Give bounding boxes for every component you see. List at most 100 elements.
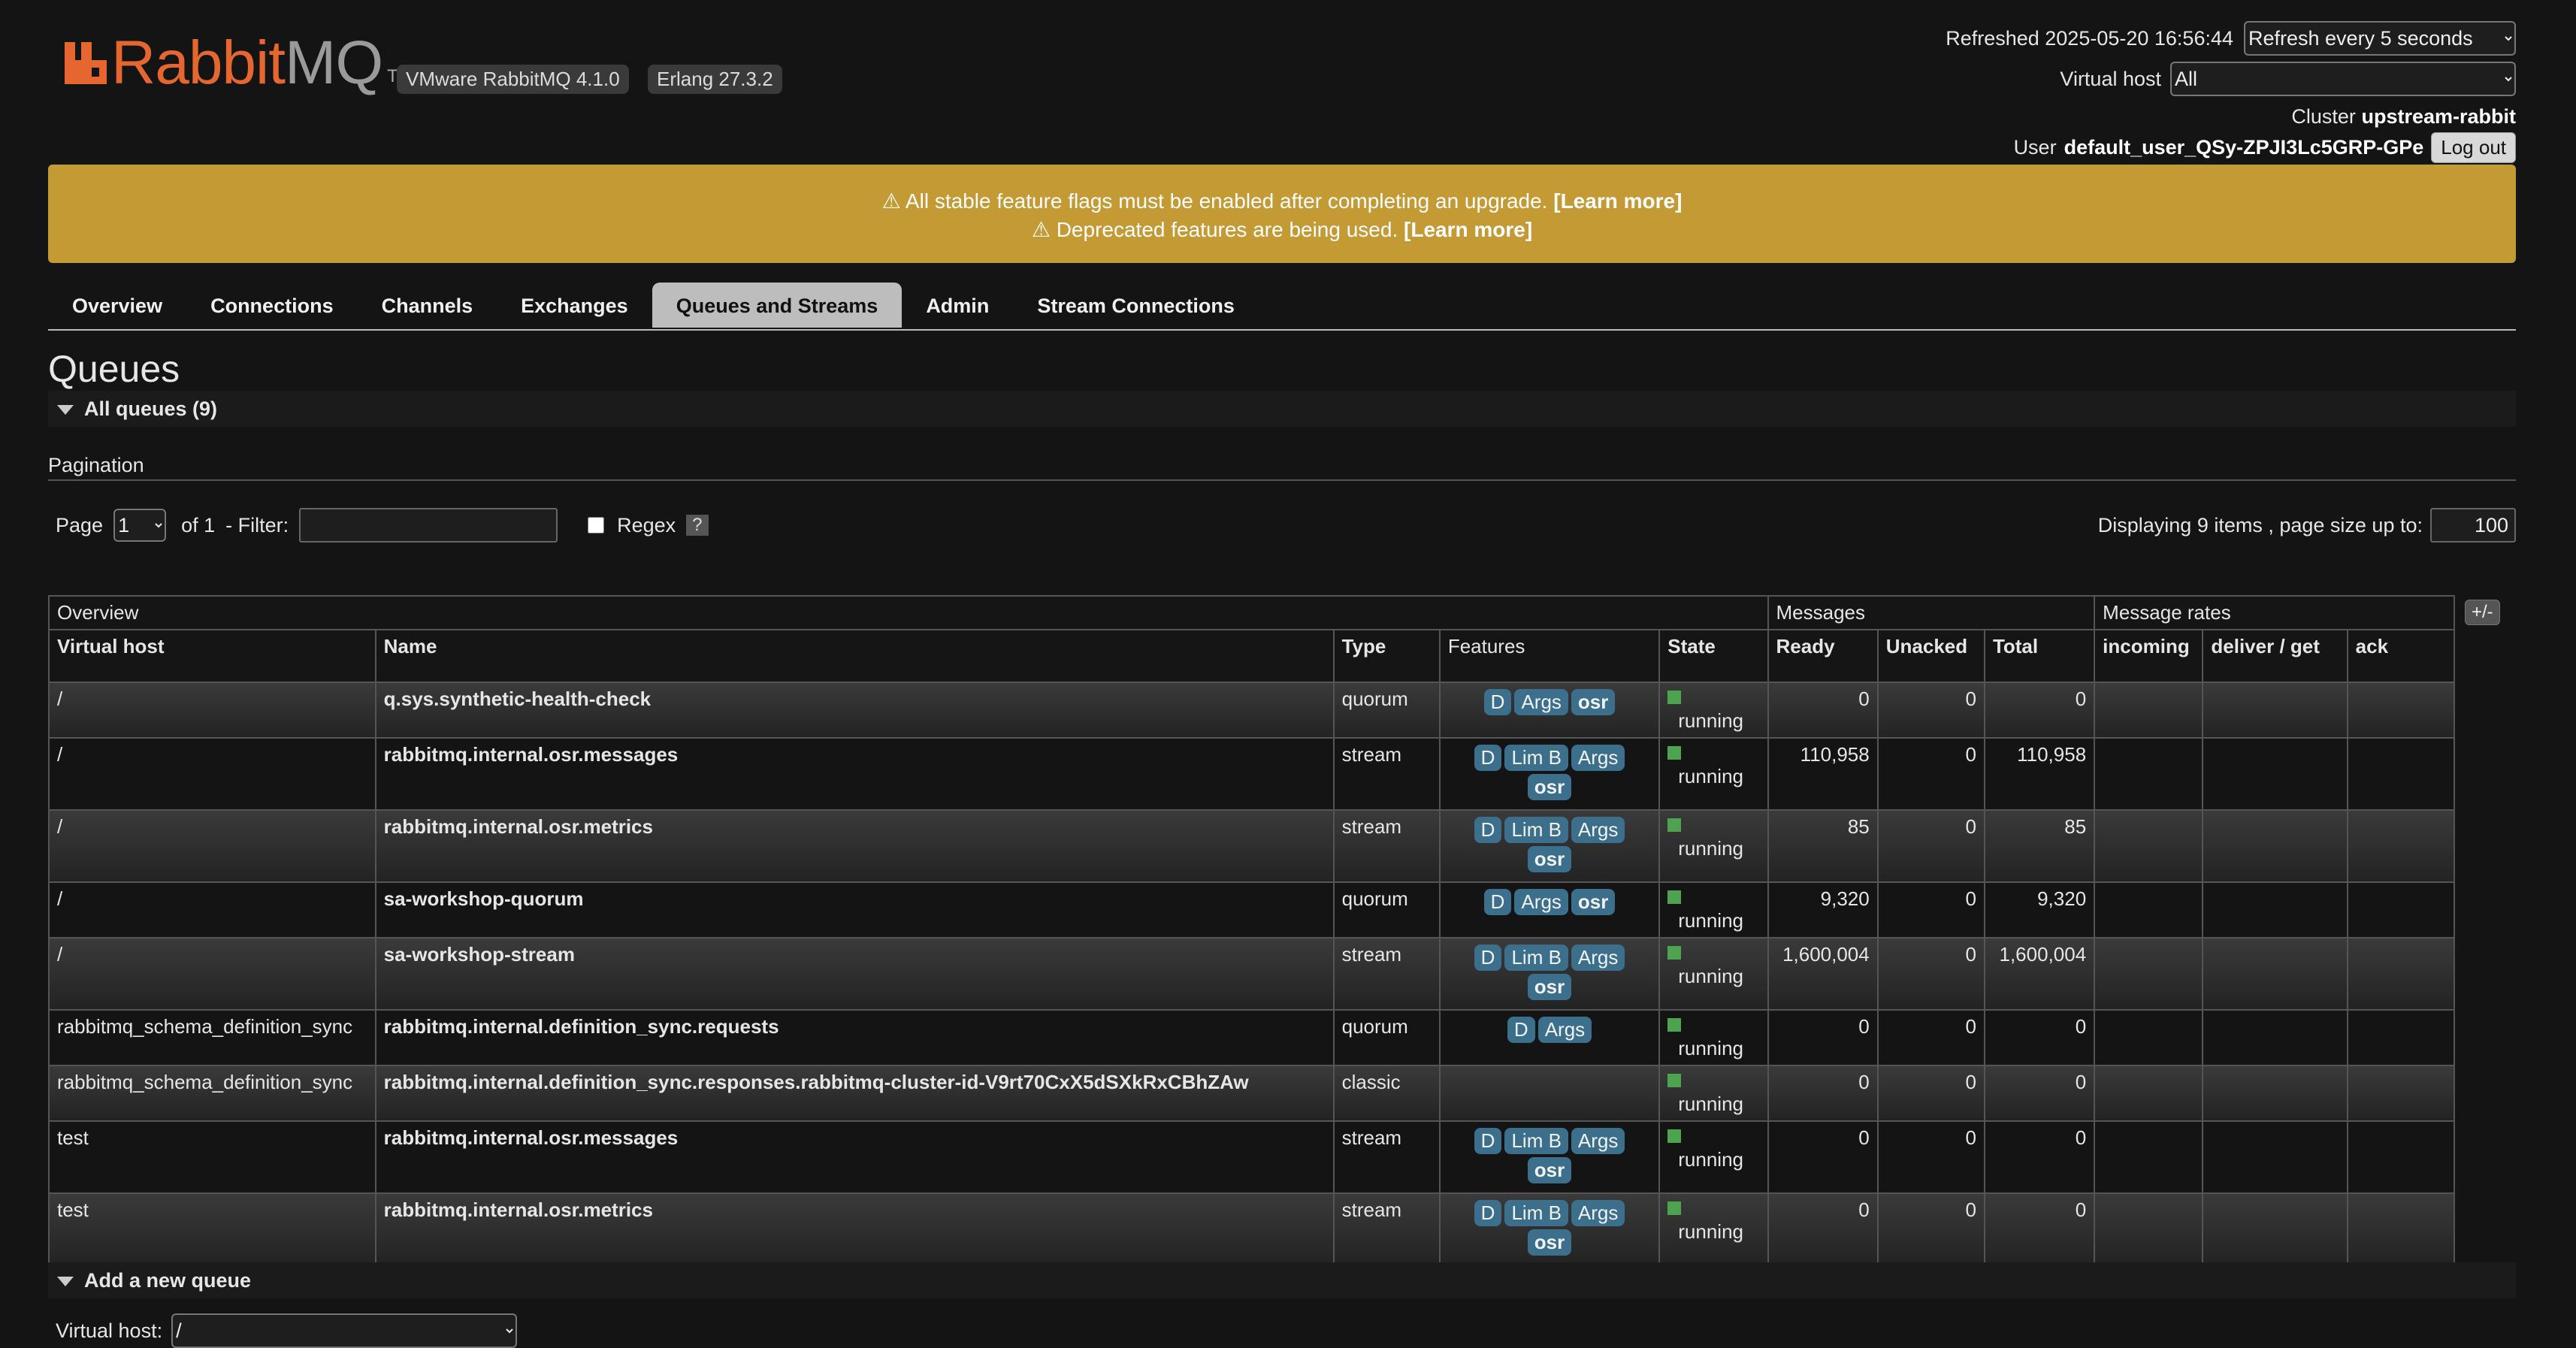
feature-tag: Lim B: [1504, 745, 1568, 771]
tab-stream-connections[interactable]: Stream Connections: [1013, 283, 1259, 328]
cell-queue-name[interactable]: rabbitmq.internal.definition_sync.reques…: [374, 1009, 1335, 1066]
tab-admin[interactable]: Admin: [902, 283, 1013, 328]
cell-ready: 85: [1767, 809, 1879, 883]
erlang-badge: Erlang 27.3.2: [648, 65, 782, 94]
cell-total: 85: [1983, 809, 2096, 883]
running-status-icon: [1667, 1018, 1682, 1032]
cell-features: D Args osr: [1438, 881, 1661, 938]
cell-unacked: 0: [1876, 881, 1985, 938]
cell-queue-name[interactable]: rabbitmq.internal.definition_sync.respon…: [374, 1065, 1335, 1122]
cell-total: 1,600,004: [1983, 937, 2096, 1011]
col-incoming[interactable]: incoming: [2094, 629, 2204, 683]
page-size-input[interactable]: [2430, 508, 2516, 543]
col-features: Features: [1438, 629, 1661, 683]
feature-tag: D: [1474, 1128, 1502, 1154]
cell-virtual-host: rabbitmq_schema_definition_sync: [48, 1065, 376, 1122]
cell-total: 0: [1983, 1192, 2096, 1266]
table-column-header: Virtual host Name Type Features State Re…: [48, 629, 2456, 683]
cell-unacked: 0: [1876, 1065, 1985, 1122]
warning-deprecated: ⚠ Deprecated features are being used. [L…: [1031, 218, 1533, 241]
cell-incoming: [2094, 1065, 2204, 1122]
table-group-header: Overview Messages Message rates: [48, 595, 2455, 630]
col-type[interactable]: Type: [1332, 629, 1441, 683]
warning-banner: ⚠ All stable feature flags must be enabl…: [48, 165, 2516, 263]
cell-virtual-host: /: [48, 682, 376, 739]
col-ready[interactable]: Ready: [1767, 629, 1879, 683]
cell-state: running: [1658, 682, 1769, 739]
col-total[interactable]: Total: [1983, 629, 2096, 683]
col-deliver-get[interactable]: deliver / get: [2202, 629, 2348, 683]
main-nav-tabs: Overview Connections Channels Exchanges …: [48, 283, 2516, 331]
feature-tag: osr: [1571, 889, 1616, 915]
regex-help-icon[interactable]: ?: [686, 515, 709, 536]
feature-tag: Args: [1537, 1017, 1592, 1043]
cell-incoming: [2094, 1120, 2204, 1194]
filter-input[interactable]: [299, 508, 558, 543]
learn-more-link[interactable]: [Learn more]: [1553, 189, 1682, 213]
feature-tag: D: [1474, 745, 1502, 771]
cell-queue-name[interactable]: sa-workshop-stream: [374, 937, 1335, 1011]
add-queue-vhost-select[interactable]: /: [171, 1313, 518, 1348]
regex-checkbox[interactable]: [588, 517, 605, 533]
cell-queue-name[interactable]: rabbitmq.internal.osr.metrics: [374, 809, 1335, 883]
cell-queue-name[interactable]: rabbitmq.internal.osr.metrics: [374, 1192, 1335, 1266]
cell-ready: 9,320: [1767, 881, 1879, 938]
col-name[interactable]: Name: [374, 629, 1335, 683]
col-state[interactable]: State: [1658, 629, 1769, 683]
add-queue-toggle[interactable]: Add a new queue: [48, 1262, 2516, 1298]
cell-queue-name[interactable]: rabbitmq.internal.osr.messages: [374, 1120, 1335, 1194]
version-badge: VMware RabbitMQ 4.1.0: [397, 65, 629, 94]
cell-total: 0: [1983, 1009, 2096, 1066]
cell-incoming: [2094, 881, 2204, 938]
tab-exchanges[interactable]: Exchanges: [497, 283, 652, 328]
displaying-label: Displaying 9 items , page size up to:: [2097, 513, 2423, 536]
page-select[interactable]: 1: [113, 509, 167, 542]
cell-features: D Args osr: [1438, 682, 1661, 739]
vhost-select[interactable]: All: [2170, 62, 2516, 96]
running-status-icon: [1667, 1129, 1682, 1143]
feature-tag: Args: [1571, 1200, 1625, 1226]
tab-channels[interactable]: Channels: [358, 283, 497, 328]
group-overview: Overview: [48, 595, 1769, 630]
cell-queue-name[interactable]: sa-workshop-quorum: [374, 881, 1335, 938]
table-row: / q.sys.synthetic-health-check quorum D Args…: [48, 682, 2456, 739]
cell-queue-name[interactable]: rabbitmq.internal.osr.messages: [374, 737, 1335, 811]
user-label: User: [2013, 136, 2057, 159]
cell-state: running: [1658, 1065, 1769, 1122]
logout-button[interactable]: Log out: [2431, 132, 2516, 163]
all-queues-toggle[interactable]: All queues (9): [48, 391, 2516, 427]
cell-queue-name[interactable]: q.sys.synthetic-health-check: [374, 682, 1335, 739]
col-ack[interactable]: ack: [2346, 629, 2456, 683]
cell-deliver-get: [2202, 682, 2348, 739]
refresh-interval-select[interactable]: Refresh every 5 seconds: [2244, 21, 2516, 56]
cell-features: D Lim B Args osr: [1438, 809, 1661, 883]
cell-ack: [2346, 881, 2456, 938]
feature-tag: D: [1474, 817, 1502, 843]
cell-features: D Lim B Args osr: [1438, 1120, 1661, 1194]
learn-more-link[interactable]: [Learn more]: [1404, 218, 1532, 241]
running-status-icon: [1667, 946, 1682, 960]
running-status-icon: [1667, 691, 1682, 704]
cluster-name: upstream-rabbit: [2361, 105, 2516, 128]
feature-tag: osr: [1527, 846, 1572, 872]
cell-type: classic: [1332, 1065, 1441, 1122]
feature-tag: Lim B: [1504, 817, 1568, 843]
cell-unacked: 0: [1876, 937, 1985, 1011]
state-label: running: [1678, 1093, 1743, 1115]
tab-queues-and-streams[interactable]: Queues and Streams: [652, 283, 903, 328]
tab-connections[interactable]: Connections: [186, 283, 358, 328]
col-unacked[interactable]: Unacked: [1876, 629, 1985, 683]
col-virtual-host[interactable]: Virtual host: [48, 629, 376, 683]
cell-state: running: [1658, 937, 1769, 1011]
table-row: test rabbitmq.internal.osr.messages stream…: [48, 1120, 2456, 1194]
tab-overview[interactable]: Overview: [48, 283, 186, 328]
cell-ack: [2346, 1192, 2456, 1266]
cell-deliver-get: [2202, 737, 2348, 811]
cluster-label: Cluster: [2291, 105, 2356, 128]
running-status-icon: [1667, 1201, 1682, 1215]
state-label: running: [1678, 1148, 1743, 1171]
cell-incoming: [2094, 682, 2204, 739]
rabbitmq-logo[interactable]: RabbitMQ TM: [65, 30, 413, 96]
table-row: rabbitmq_schema_definition_sync rabbitmq.…: [48, 1065, 2456, 1122]
columns-toggle-button[interactable]: +/-: [2465, 600, 2500, 625]
